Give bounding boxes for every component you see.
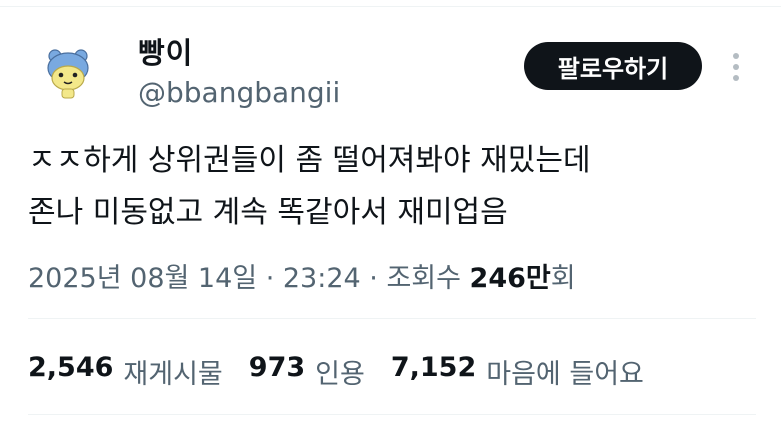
more-vertical-icon[interactable] [728,50,744,84]
meta-separator: · [257,263,283,294]
bear-avatar-icon [47,49,89,99]
divider [28,318,756,319]
follow-button[interactable]: 팔로우하기 [524,42,702,90]
meta-separator: · [360,263,387,294]
tweet-line: ㅈㅈ하게 상위권들이 좀 떨어져봐야 재밌는데 [28,143,591,178]
stat-count: 2,546 [28,352,114,383]
tweet-date[interactable]: 2025년 08월 14일 [28,263,257,294]
divider [28,414,756,415]
repost-count-link[interactable]: 2,546 재게시물 [28,352,223,391]
author-handle[interactable]: @bbangbangii [138,76,340,109]
tweet-time[interactable]: 23:24 [283,263,361,294]
views-count: 246만 [469,263,551,294]
views-unit: 회 [550,263,576,294]
tweet-meta: 2025년 08월 14일 · 23:24 · 조회수 246만회 [28,256,576,295]
author-name[interactable]: 빵이 [138,30,193,72]
views-label: 조회수 [386,263,470,294]
tweet-text: ㅈㅈ하게 상위권들이 좀 떨어져봐야 재밌는데 존나 미동없고 계속 똑같아서 … [28,135,758,239]
engagement-stats: 2,546 재게시물 973 인용 7,152 마음에 들어요 [28,352,670,391]
stat-label: 재게시물 [123,359,223,390]
stat-label: 인용 [315,359,365,390]
stat-count: 7,152 [390,352,477,383]
stat-label: 마음에 들어요 [486,359,644,390]
avatar[interactable] [38,44,98,104]
stat-count: 973 [248,352,306,383]
top-divider [0,6,781,7]
like-count-link[interactable]: 7,152 마음에 들어요 [391,352,644,391]
quote-count-link[interactable]: 973 인용 [249,352,365,391]
tweet-line: 존나 미동없고 계속 똑같아서 재미업음 [28,195,508,230]
